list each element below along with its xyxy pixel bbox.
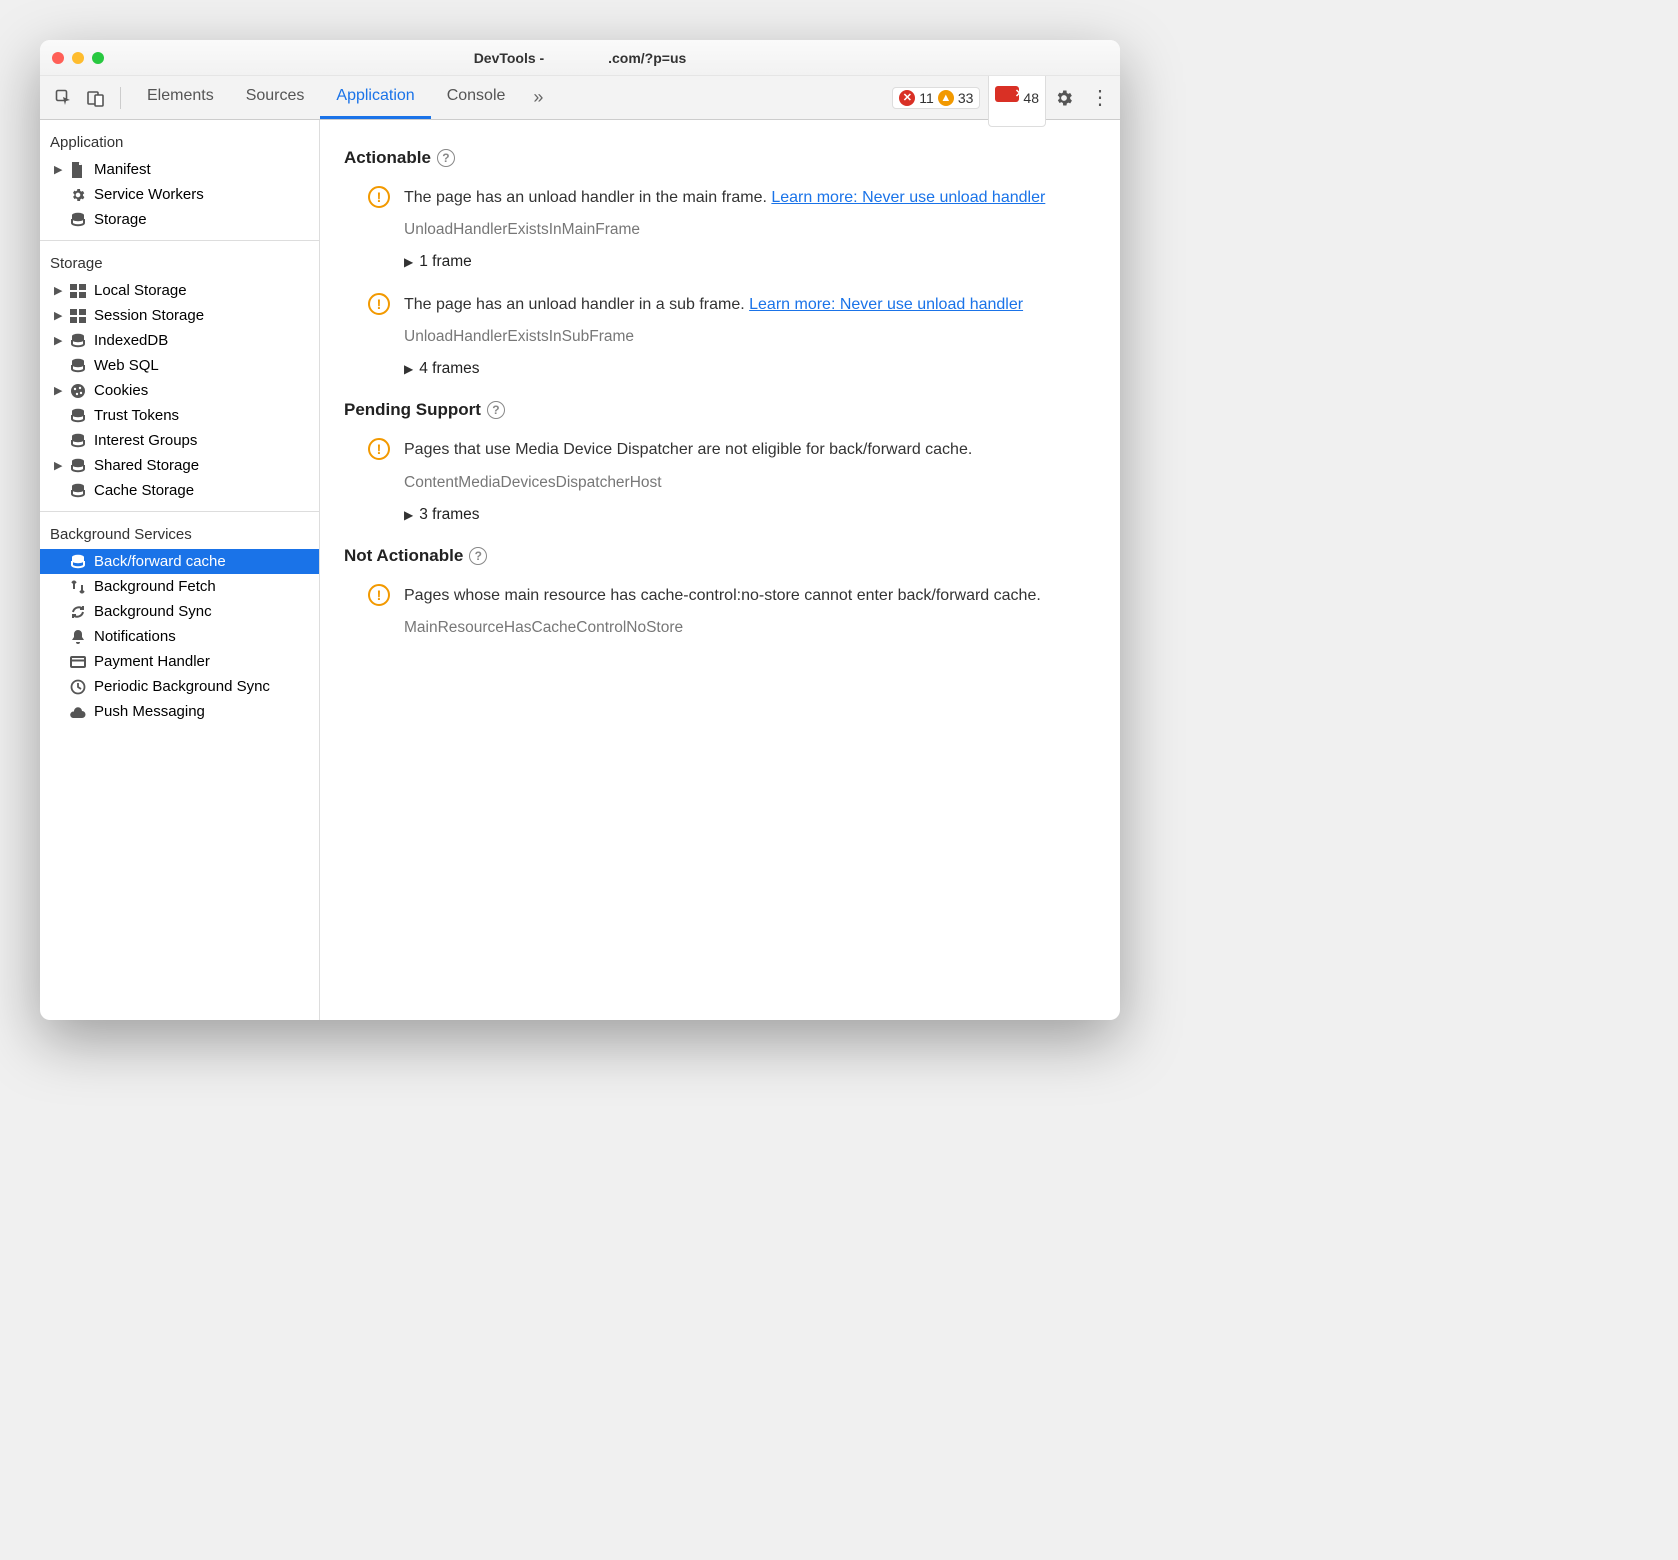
warning-ring-icon: !	[368, 293, 390, 315]
issue-message: The page has an unload handler in a sub …	[404, 293, 1096, 316]
warning-icon: ▲	[938, 90, 954, 106]
sidebar-item-local-storage[interactable]: ▶Local Storage	[40, 278, 319, 303]
application-sidebar: Application ▶Manifest Service Workers St…	[40, 120, 320, 1020]
device-toolbar-icon[interactable]	[82, 84, 110, 112]
sidebar-item-manifest[interactable]: ▶Manifest	[40, 157, 319, 182]
devtools-window: DevTools - .com/?p=us Elements Sources A…	[40, 40, 1120, 1020]
cloud-icon	[70, 706, 88, 718]
transfer-icon	[70, 579, 88, 595]
settings-icon[interactable]	[1054, 88, 1082, 108]
sidebar-item-background-fetch[interactable]: Background Fetch	[40, 574, 319, 599]
warning-ring-icon: !	[368, 584, 390, 606]
issue-row: ! The page has an unload handler in a su…	[344, 293, 1096, 378]
sidebar-item-shared-storage[interactable]: ▶Shared Storage	[40, 453, 319, 478]
issue-code: UnloadHandlerExistsInSubFrame	[404, 328, 1096, 346]
cookie-icon	[70, 383, 88, 399]
sidebar-item-interest-groups[interactable]: Interest Groups	[40, 428, 319, 453]
sidebar-item-payment-handler[interactable]: Payment Handler	[40, 649, 319, 674]
section-title-actionable: Actionable?	[344, 148, 1096, 168]
issue-row: ! Pages that use Media Device Dispatcher…	[344, 438, 1096, 523]
frames-disclosure[interactable]: ▶4 frames	[404, 360, 1096, 378]
issue-code: UnloadHandlerExistsInMainFrame	[404, 221, 1096, 239]
tab-application[interactable]: Application	[320, 76, 430, 119]
more-tabs-icon[interactable]: »	[525, 87, 551, 108]
warning-ring-icon: !	[368, 438, 390, 460]
help-icon[interactable]: ?	[487, 401, 505, 419]
warning-count: 33	[958, 90, 974, 106]
sync-icon	[70, 604, 88, 620]
sidebar-item-session-storage[interactable]: ▶Session Storage	[40, 303, 319, 328]
database-icon	[70, 554, 88, 570]
database-icon	[70, 408, 88, 424]
database-icon	[70, 358, 88, 374]
sidebar-item-cache-storage[interactable]: Cache Storage	[40, 478, 319, 503]
issue-icon: ✕	[995, 86, 1019, 102]
sidebar-heading-application: Application	[40, 128, 319, 157]
help-icon[interactable]: ?	[469, 547, 487, 565]
devtools-toolbar: Elements Sources Application Console » ✕…	[40, 76, 1120, 120]
inspect-element-icon[interactable]	[50, 84, 78, 112]
sidebar-item-periodic-background-sync[interactable]: Periodic Background Sync	[40, 674, 319, 699]
issue-message: The page has an unload handler in the ma…	[404, 186, 1096, 209]
learn-more-link[interactable]: Learn more: Never use unload handler	[749, 296, 1023, 313]
section-title-pending: Pending Support?	[344, 400, 1096, 420]
sidebar-item-service-workers[interactable]: Service Workers	[40, 182, 319, 207]
titlebar: DevTools - .com/?p=us	[40, 40, 1120, 76]
warning-ring-icon: !	[368, 186, 390, 208]
sidebar-item-web-sql[interactable]: Web SQL	[40, 353, 319, 378]
table-icon	[70, 284, 88, 298]
separator	[120, 87, 121, 109]
learn-more-link[interactable]: Learn more: Never use unload handler	[771, 189, 1045, 206]
section-title-not-actionable: Not Actionable?	[344, 546, 1096, 566]
database-icon	[70, 458, 88, 474]
title-prefix: DevTools -	[474, 50, 548, 66]
issue-code: MainResourceHasCacheControlNoStore	[404, 619, 1096, 637]
table-icon	[70, 309, 88, 323]
tab-elements[interactable]: Elements	[131, 76, 230, 119]
database-icon	[70, 433, 88, 449]
issues-badge[interactable]: ✕48	[988, 69, 1046, 127]
sidebar-heading-background-services: Background Services	[40, 520, 319, 549]
document-icon	[70, 162, 88, 178]
sidebar-heading-storage: Storage	[40, 249, 319, 278]
issue-row: ! Pages whose main resource has cache-co…	[344, 584, 1096, 637]
sidebar-item-cookies[interactable]: ▶Cookies	[40, 378, 319, 403]
error-icon: ✕	[899, 90, 915, 106]
bell-icon	[70, 629, 88, 645]
sidebar-item-bfcache[interactable]: Back/forward cache	[40, 549, 319, 574]
issue-count: 48	[1023, 90, 1039, 106]
database-icon	[70, 333, 88, 349]
more-options-icon[interactable]: ⋮	[1090, 85, 1110, 110]
error-count: 11	[919, 90, 934, 106]
card-icon	[70, 655, 88, 669]
clock-icon	[70, 679, 88, 695]
console-errors-warnings-badge[interactable]: ✕11 ▲33	[892, 87, 980, 109]
sidebar-item-storage[interactable]: Storage	[40, 207, 319, 232]
sidebar-item-notifications[interactable]: Notifications	[40, 624, 319, 649]
database-icon	[70, 212, 88, 228]
issue-message: Pages whose main resource has cache-cont…	[404, 584, 1096, 607]
frames-disclosure[interactable]: ▶3 frames	[404, 506, 1096, 524]
panel-tabs: Elements Sources Application Console	[131, 76, 521, 119]
sidebar-item-background-sync: Background Sync	[40, 599, 319, 624]
issue-message: Pages that use Media Device Dispatcher a…	[404, 438, 1096, 461]
frames-disclosure[interactable]: ▶1 frame	[404, 253, 1096, 271]
title-suffix: .com/?p=us	[608, 50, 686, 66]
sidebar-item-indexeddb[interactable]: ▶IndexedDB	[40, 328, 319, 353]
database-icon	[70, 483, 88, 499]
help-icon[interactable]: ?	[437, 149, 455, 167]
sidebar-item-trust-tokens[interactable]: Trust Tokens	[40, 403, 319, 428]
window-title: DevTools - .com/?p=us	[40, 50, 1120, 66]
main-panel: Actionable? ! The page has an unload han…	[320, 120, 1120, 1020]
issue-code: ContentMediaDevicesDispatcherHost	[404, 474, 1096, 492]
sidebar-item-push-messaging[interactable]: Push Messaging	[40, 699, 319, 724]
tab-sources[interactable]: Sources	[230, 76, 321, 119]
tab-console[interactable]: Console	[431, 76, 522, 119]
issue-row: ! The page has an unload handler in the …	[344, 186, 1096, 271]
gear-icon	[70, 187, 88, 203]
